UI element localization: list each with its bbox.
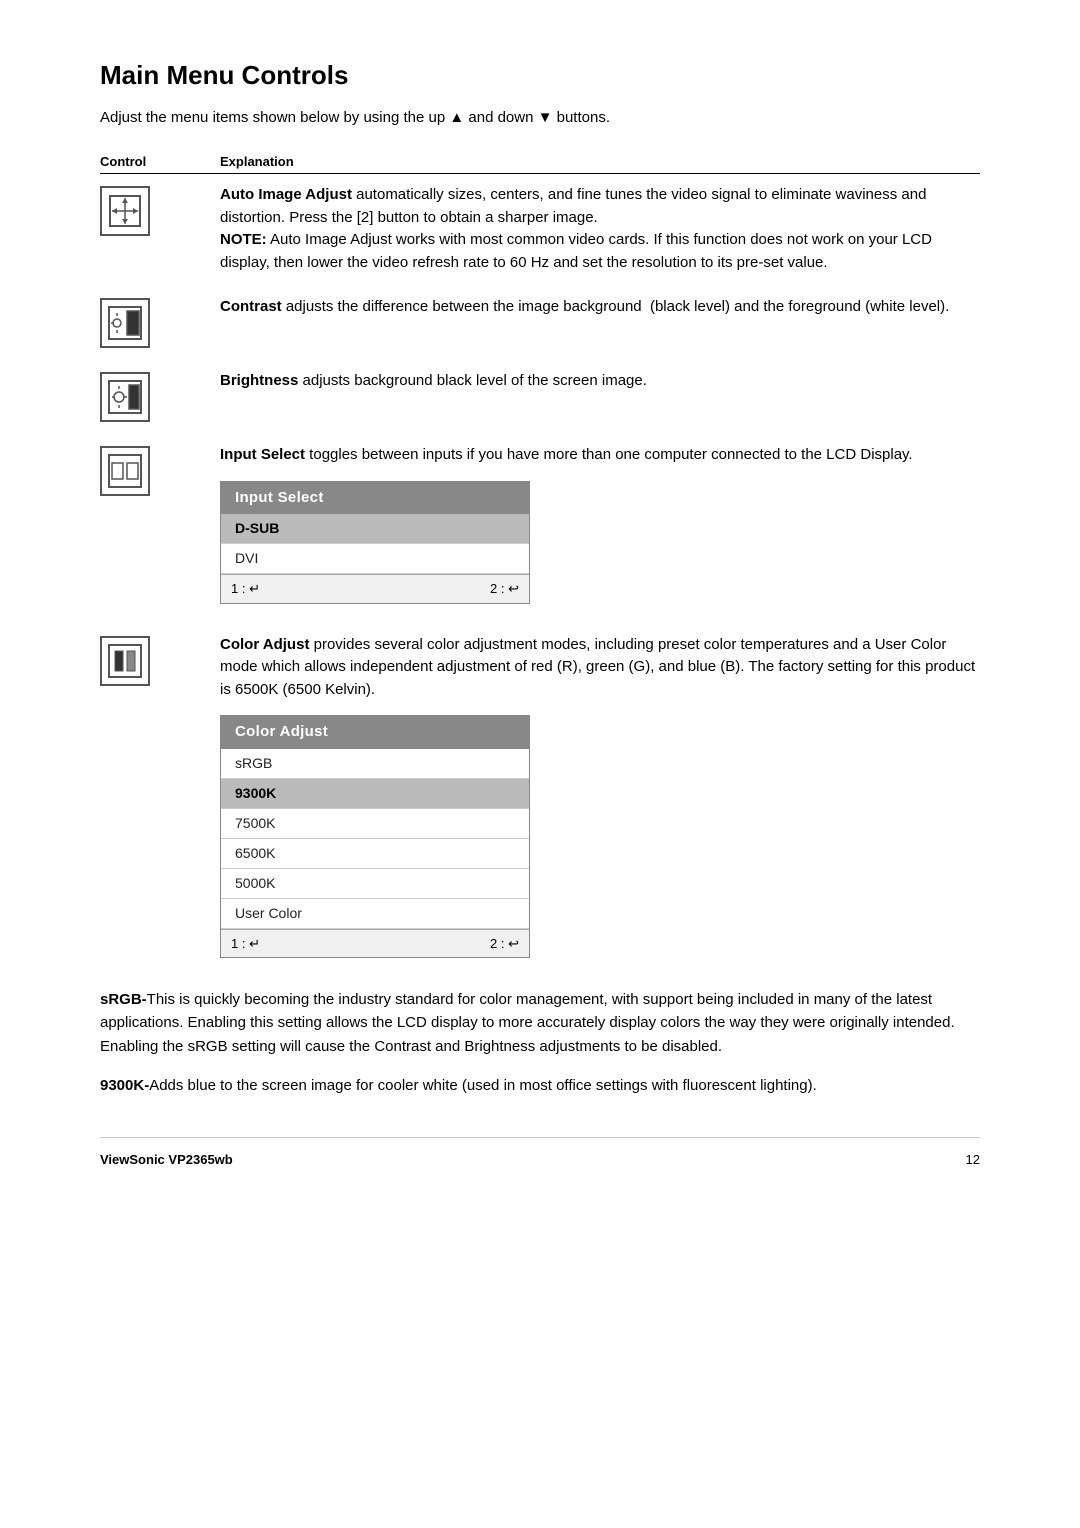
contrast-svg	[107, 305, 143, 341]
osd-color-adjust-item-6500k: 6500K	[221, 839, 529, 869]
osd-footer-left: 1 : ↵	[231, 579, 260, 599]
osd-color-adjust-title: Color Adjust	[221, 716, 529, 749]
osd-color-adjust-item-9300k: 9300K	[221, 779, 529, 809]
icon-cell-brightness	[100, 370, 220, 422]
osd-input-select-item-dvi: DVI	[221, 544, 529, 574]
osd-input-select-footer: 1 : ↵ 2 : ↩	[221, 574, 529, 603]
osd-color-adjust-item-5000k: 5000K	[221, 869, 529, 899]
page-title: Main Menu Controls	[100, 60, 980, 91]
icon-cell-color-adjust	[100, 634, 220, 686]
brightness-svg	[107, 379, 143, 415]
intro-text: Adjust the menu items shown below by usi…	[100, 109, 980, 126]
brightness-icon	[100, 372, 150, 422]
footer-page-number: 12	[966, 1152, 980, 1167]
header-control: Control	[100, 154, 220, 169]
row-input-select: Input Select toggles between inputs if y…	[100, 444, 980, 612]
row-color-adjust: Color Adjust provides several color adju…	[100, 634, 980, 967]
osd-color-adjust-item-user-color: User Color	[221, 899, 529, 929]
icon-cell-auto-image-adjust	[100, 184, 220, 236]
footer-brand: ViewSonic VP2365wb	[100, 1152, 233, 1167]
icon-cell-contrast	[100, 296, 220, 348]
osd-color-footer-left: 1 : ↵	[231, 934, 260, 954]
auto-image-adjust-svg	[107, 193, 143, 229]
table-header: Control Explanation	[100, 154, 980, 174]
color-adjust-svg	[107, 643, 143, 679]
osd-input-select: Input Select D-SUB DVI 1 : ↵ 2 : ↩	[220, 481, 530, 604]
icon-cell-input-select	[100, 444, 220, 496]
osd-color-adjust-item-7500k: 7500K	[221, 809, 529, 839]
osd-color-footer-right: 2 : ↩	[490, 934, 519, 954]
explanation-input-select: Input Select toggles between inputs if y…	[220, 444, 980, 612]
osd-color-adjust-item-srgb: sRGB	[221, 749, 529, 779]
row-brightness: Brightness adjusts background black leve…	[100, 370, 980, 422]
osd-color-adjust-footer: 1 : ↵ 2 : ↩	[221, 929, 529, 958]
controls-table: Control Explanation Auto Image Adjust au…	[100, 154, 980, 966]
input-select-icon	[100, 446, 150, 496]
explanation-brightness: Brightness adjusts background black leve…	[220, 370, 980, 393]
explanation-auto-image-adjust: Auto Image Adjust automatically sizes, c…	[220, 184, 980, 274]
body-paragraphs: sRGB-This is quickly becoming the indust…	[100, 988, 980, 1097]
explanation-color-adjust: Color Adjust provides several color adju…	[220, 634, 980, 967]
color-adjust-icon	[100, 636, 150, 686]
explanation-contrast: Contrast adjusts the difference between …	[220, 296, 980, 319]
row-auto-image-adjust: Auto Image Adjust automatically sizes, c…	[100, 184, 980, 274]
contrast-icon	[100, 298, 150, 348]
osd-input-select-title: Input Select	[221, 482, 529, 515]
para-9300k: 9300K-Adds blue to the screen image for …	[100, 1074, 980, 1097]
row-contrast: Contrast adjusts the difference between …	[100, 296, 980, 348]
auto-image-adjust-icon	[100, 186, 150, 236]
page-footer: ViewSonic VP2365wb 12	[100, 1137, 980, 1167]
osd-footer-right: 2 : ↩	[490, 579, 519, 599]
input-select-svg	[107, 453, 143, 489]
osd-color-adjust: Color Adjust sRGB 9300K 7500K 6500K 5000…	[220, 715, 530, 958]
para-srgb: sRGB-This is quickly becoming the indust…	[100, 988, 980, 1058]
header-explanation: Explanation	[220, 154, 294, 169]
osd-input-select-item-dsub: D-SUB	[221, 514, 529, 544]
